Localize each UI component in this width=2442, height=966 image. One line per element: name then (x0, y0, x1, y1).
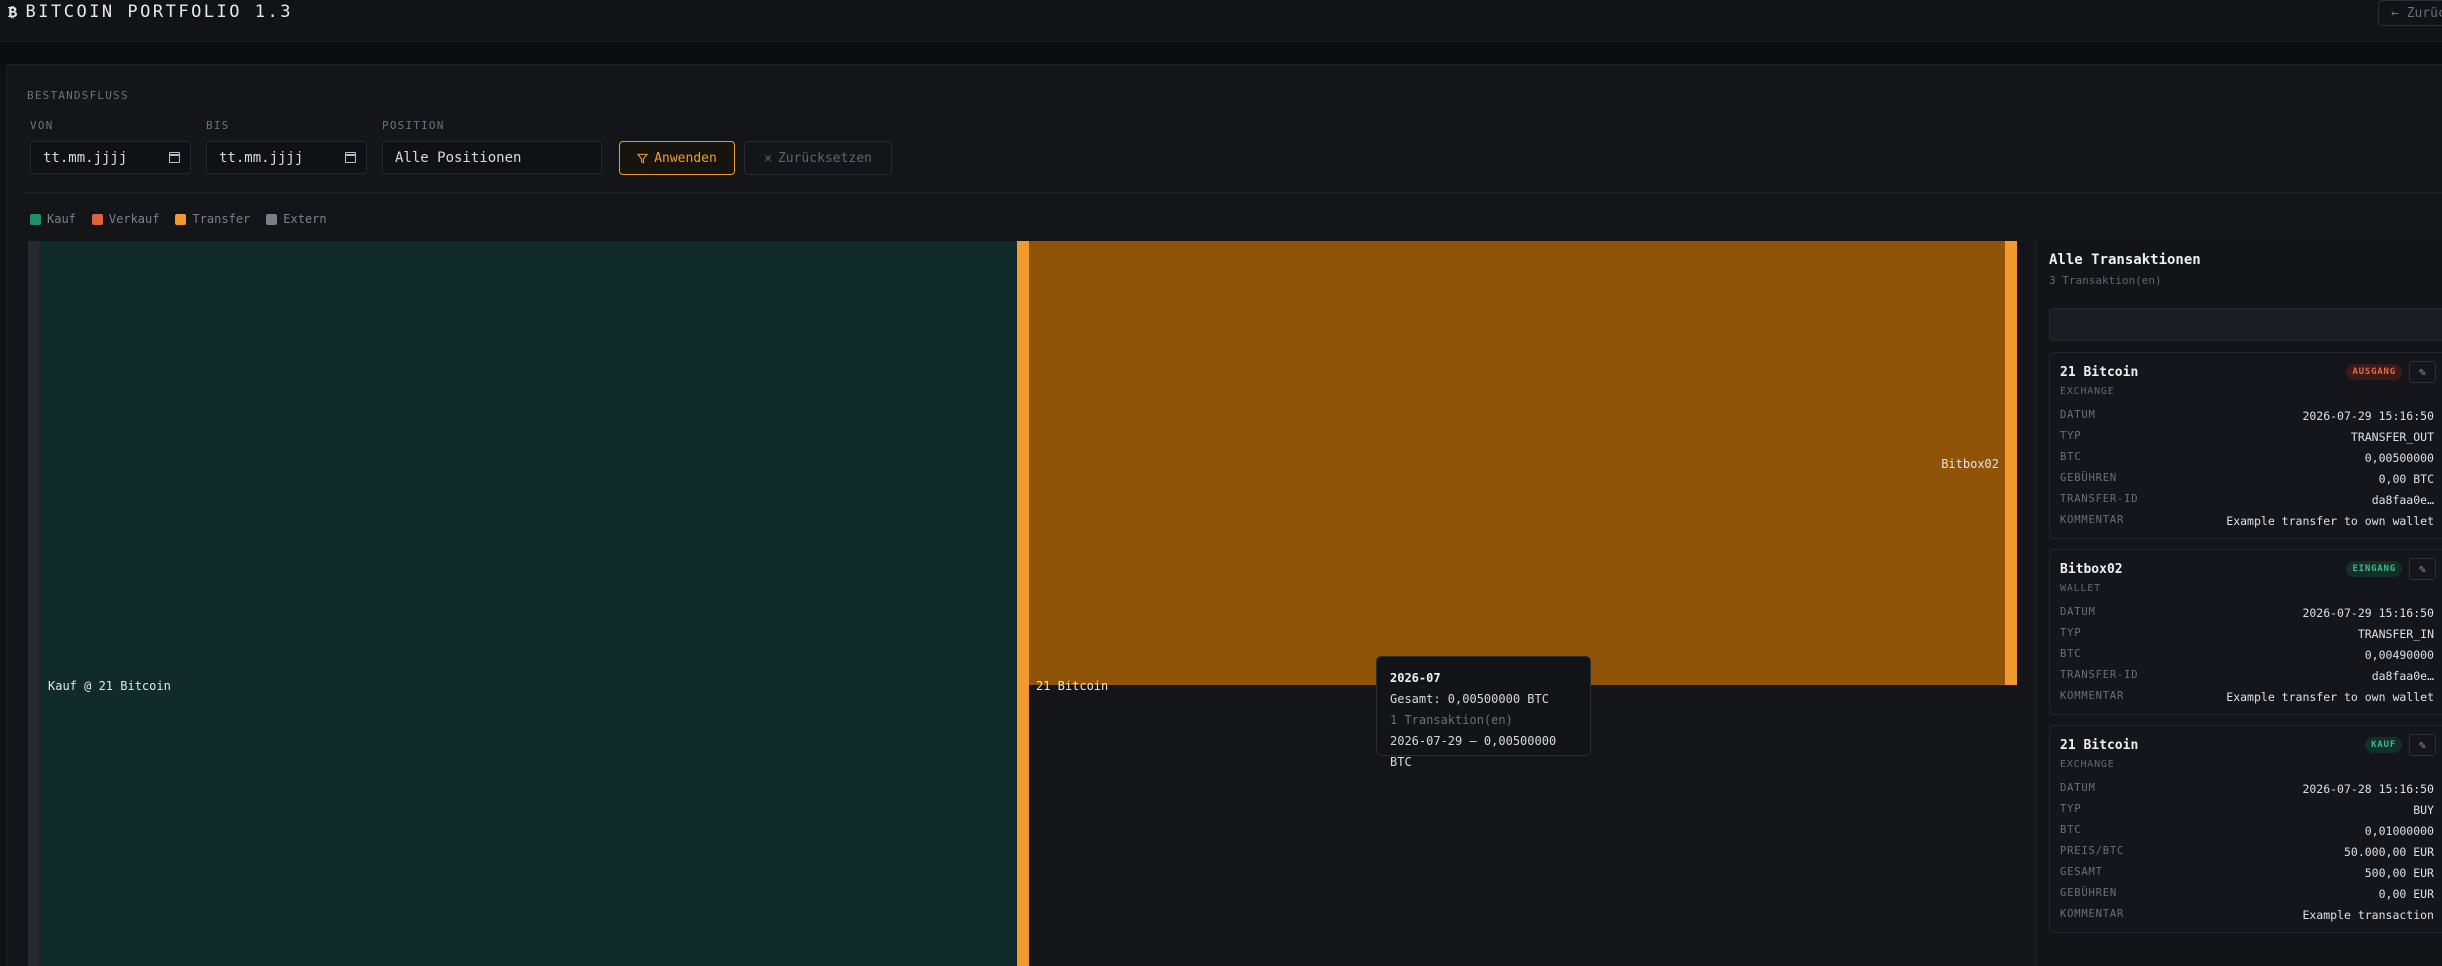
tx-row: PREIS/BTC 50.000,00 EUR (2060, 845, 2434, 859)
flow-label-bitbox02: Bitbox02 (1941, 457, 1999, 471)
flow-node-kauf[interactable] (28, 241, 39, 966)
chart-tooltip: 2026-07 Gesamt: 0,00500000 BTC 1 Transak… (1376, 656, 1591, 769)
from-date-value: tt.mm.jjjj (43, 149, 128, 166)
transaction-card[interactable]: 21 Bitcoin EXCHANGE AUSGANG ✎ DATUM 2026-… (2049, 352, 2442, 539)
legend-label: Kauf (47, 212, 76, 226)
to-date-input[interactable]: tt.mm.jjjj (206, 141, 367, 174)
panel-subtitle: 3 Transaktion(en) (2049, 274, 2162, 287)
tx-row: KOMMENTAR Example transfer to own wallet (2060, 690, 2434, 704)
apply-button[interactable]: Anwenden (619, 141, 735, 175)
legend-label: Transfer (192, 212, 251, 226)
tx-name: 21 Bitcoin (2060, 365, 2139, 380)
app-brand: ₿ BITCOIN PORTFOLIO 1.3 (8, 0, 293, 24)
edit-button[interactable]: ✎ (2409, 361, 2436, 383)
divider (25, 192, 2442, 193)
tooltip-total: Gesamt: 0,00500000 BTC (1390, 692, 1549, 706)
tooltip-entry: 2026-07-29 — 0,00500000 BTC (1390, 734, 1557, 769)
legend-item-transfer: Transfer (175, 212, 250, 226)
app-title: BITCOIN PORTFOLIO 1.3 (25, 2, 293, 22)
transactions-panel: Alle Transaktionen 3 Transaktion(en) 21 … (2035, 239, 2442, 966)
flow-node-bitbox02[interactable] (2005, 241, 2017, 685)
tx-row: BTC 0,00500000 (2060, 451, 2434, 465)
close-icon: ✕ (764, 150, 772, 166)
legend-item-kauf: Kauf (30, 212, 76, 226)
legend-swatch (91, 213, 103, 225)
tx-row: DATUM 2026-07-29 15:16:50 (2060, 606, 2434, 620)
transaction-card[interactable]: Bitbox02 WALLET EINGANG ✎ DATUM 2026-07-2… (2049, 549, 2442, 715)
section-title: BESTANDSFLUSS (27, 89, 129, 102)
calendar-icon[interactable] (345, 152, 356, 163)
tx-row: GESAMT 500,00 EUR (2060, 866, 2434, 880)
tx-row: KOMMENTAR Example transaction (2060, 908, 2434, 922)
tooltip-count: 1 Transaktion(en) (1390, 713, 1513, 727)
pencil-icon: ✎ (2418, 562, 2427, 576)
tx-kind: WALLET (2060, 583, 2101, 594)
flow-node-21-bitcoin[interactable] (1017, 241, 1029, 966)
legend-item-extern: Extern (266, 212, 327, 226)
transaction-card[interactable]: 21 Bitcoin EXCHANGE KAUF ✎ DATUM 2026-07-… (2049, 725, 2442, 933)
position-select[interactable]: Alle Positionen (382, 141, 602, 174)
reset-label: Zurücksetzen (777, 150, 872, 166)
apply-label: Anwenden (654, 150, 717, 166)
pencil-icon: ✎ (2418, 365, 2427, 379)
tx-row: TYP TRANSFER_IN (2060, 627, 2434, 641)
from-label: VON (30, 119, 54, 132)
flow-label-kauf: Kauf @ 21 Bitcoin (48, 679, 171, 693)
legend: Kauf Verkauf Transfer Extern (30, 212, 327, 226)
status-badge: EINGANG (2346, 561, 2402, 577)
edit-button[interactable]: ✎ (2409, 558, 2436, 580)
tx-row: GEBÜHREN 0,00 EUR (2060, 887, 2434, 901)
edit-button[interactable]: ✎ (2409, 734, 2436, 756)
back-button[interactable]: ← Zurück (2378, 0, 2442, 26)
calendar-icon[interactable] (169, 152, 180, 163)
tx-row: TRANSFER-ID da8faa0e… (2060, 669, 2434, 683)
to-label: BIS (206, 119, 230, 132)
tx-row: TYP TRANSFER_OUT (2060, 430, 2434, 444)
from-date-input[interactable]: tt.mm.jjjj (30, 141, 191, 174)
flow-link-transfer[interactable] (1029, 241, 2005, 685)
status-badge: AUSGANG (2346, 364, 2402, 380)
tx-row: BTC 0,00490000 (2060, 648, 2434, 662)
pencil-icon: ✎ (2418, 738, 2427, 752)
legend-swatch (266, 213, 278, 225)
legend-swatch (30, 213, 41, 225)
tx-row: TRANSFER-ID da8faa0e… (2060, 493, 2434, 507)
to-date-value: tt.mm.jjjj (219, 149, 304, 166)
tx-row: KOMMENTAR Example transfer to own wallet (2060, 514, 2434, 528)
legend-item-verkauf: Verkauf (91, 212, 160, 226)
position-label: POSITION (382, 119, 445, 132)
tx-row: GEBÜHREN 0,00 BTC (2060, 472, 2434, 486)
panel-title: Alle Transaktionen (2049, 252, 2201, 268)
bitcoin-icon: ₿ (8, 2, 20, 21)
legend-swatch (175, 213, 187, 225)
tx-name: Bitbox02 (2060, 562, 2123, 577)
flow-chart: Kauf @ 21 Bitcoin 21 Bitcoin Bitbox02 (28, 241, 2017, 966)
tx-kind: EXCHANGE (2060, 759, 2115, 770)
tooltip-title: 2026-07 (1390, 671, 1441, 685)
reset-button[interactable]: ✕ Zurücksetzen (744, 141, 892, 175)
top-bar: ₿ BITCOIN PORTFOLIO 1.3 ← Zurück (0, 0, 2442, 42)
flow-label-21-bitcoin: 21 Bitcoin (1036, 679, 1108, 693)
flow-link-kauf[interactable] (39, 241, 1017, 966)
sub-bar (0, 42, 2442, 64)
position-value: Alle Positionen (395, 149, 522, 166)
tx-row: BTC 0,01000000 (2060, 824, 2434, 838)
status-badge: KAUF (2365, 737, 2402, 753)
tx-kind: EXCHANGE (2060, 386, 2115, 397)
tx-row: DATUM 2026-07-28 15:16:50 (2060, 782, 2434, 796)
legend-label: Extern (283, 212, 327, 226)
tx-name: 21 Bitcoin (2060, 738, 2139, 753)
tx-row: DATUM 2026-07-29 15:16:50 (2060, 409, 2434, 423)
legend-label: Verkauf (108, 212, 160, 226)
tx-row: TYP BUY (2060, 803, 2434, 817)
filter-icon (637, 153, 649, 164)
search-input[interactable] (2049, 308, 2442, 341)
